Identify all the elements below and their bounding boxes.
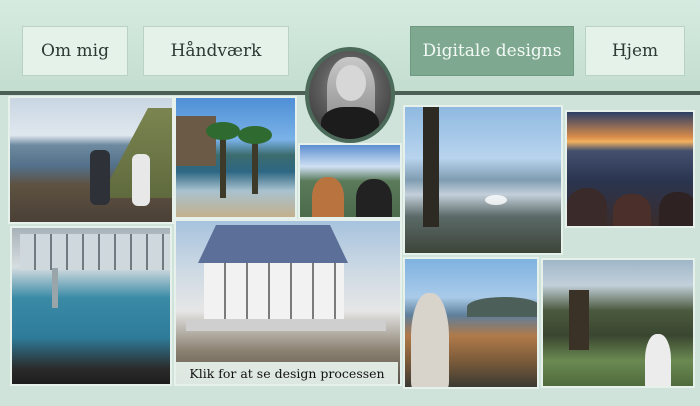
avatar-face — [336, 65, 366, 101]
photo-coast-town[interactable] — [403, 257, 539, 389]
photo-mountain-view[interactable] — [298, 143, 402, 219]
person-figure — [567, 188, 607, 226]
avatar-body — [321, 107, 379, 139]
cliff-shape — [176, 116, 216, 166]
palm-leaves — [238, 126, 272, 144]
dock-railing — [186, 321, 386, 331]
pavilion-windows — [204, 263, 344, 319]
nav-button-home[interactable]: Hjem — [585, 26, 685, 76]
pavilion-roof — [198, 225, 348, 263]
tree-trunk — [569, 290, 589, 350]
person-figure — [645, 334, 671, 386]
photo-glass-pavilion[interactable] — [174, 219, 402, 386]
person-figure — [356, 179, 392, 217]
person-figure — [411, 293, 449, 387]
photo-palm-harbor[interactable] — [174, 96, 297, 219]
hill-shape — [467, 297, 537, 317]
window-panels — [20, 234, 170, 270]
person-figure — [132, 154, 150, 206]
pool-rail — [52, 268, 58, 308]
avatar-photo — [309, 51, 391, 139]
person-figure — [613, 194, 651, 226]
photo-sunset-sea[interactable] — [565, 110, 695, 228]
avatar[interactable] — [305, 47, 395, 143]
photo-oak-tree[interactable] — [541, 258, 695, 388]
sun-reflection — [485, 195, 507, 205]
person-figure — [659, 192, 693, 226]
photo-beach-rocks[interactable] — [8, 96, 174, 224]
nav-button-craft[interactable]: Håndværk — [143, 26, 289, 76]
tree-trunk — [423, 107, 439, 227]
nav-button-digital-designs[interactable]: Digitale designs — [410, 26, 574, 76]
palm-leaves — [206, 122, 240, 140]
person-figure — [90, 150, 110, 205]
nav-button-about[interactable]: Om mig — [22, 26, 128, 76]
photo-spa-pool[interactable] — [10, 226, 172, 386]
person-figure — [312, 177, 344, 217]
design-process-caption[interactable]: Klik for at se design processen — [176, 362, 398, 384]
photo-lake-tree[interactable] — [403, 105, 563, 255]
